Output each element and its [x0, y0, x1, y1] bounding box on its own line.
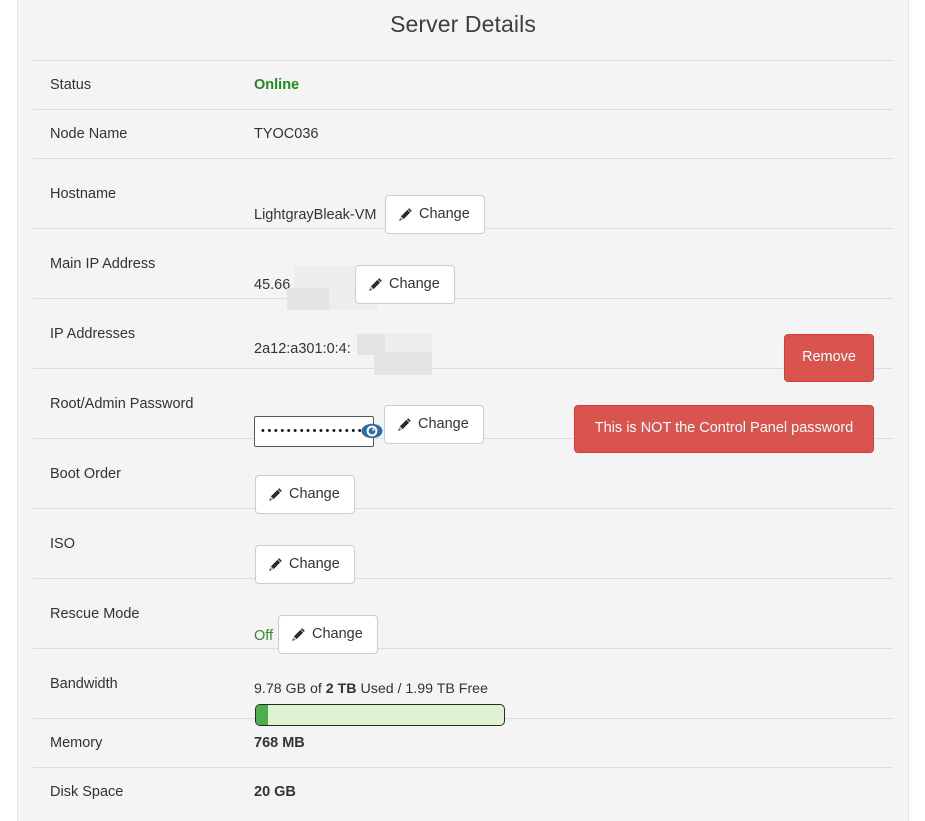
table-row-status: Status Online: [33, 60, 893, 110]
row-label-node-name: Node Name: [33, 109, 245, 159]
table-row-disk-space: Disk Space 20 GB: [33, 767, 893, 817]
table-row-rescue-mode: Rescue Mode Off Change: [33, 578, 893, 654]
row-value-boot-order: Change: [245, 438, 893, 514]
change-boot-order-label: Change: [289, 485, 340, 502]
remove-ip-label: Remove: [802, 349, 856, 366]
row-value-ip-addresses: 2a12:a301:0:4: Remove: [245, 298, 893, 382]
server-details-panel: Server Details Status Online Node Name T…: [17, 0, 909, 821]
change-password-label: Change: [418, 415, 469, 432]
page-title: Server Details: [390, 11, 536, 37]
server-details-table: Status Online Node Name TYOC036 Hostname…: [33, 60, 893, 817]
pencil-icon: [268, 557, 283, 572]
row-value-root-password: ••••••••••••••••••: [245, 368, 893, 453]
password-warning-label: This is NOT the Control Panel password: [594, 420, 854, 437]
row-label-iso: ISO: [33, 508, 245, 579]
row-label-root-password: Root/Admin Password: [33, 368, 245, 439]
pencil-icon: [368, 277, 383, 292]
eye-reveal-password-icon[interactable]: [361, 423, 383, 439]
memory-value: 768 MB: [254, 735, 305, 751]
row-value-rescue-mode: Off Change: [245, 578, 893, 654]
table-row-iso: ISO Change: [33, 508, 893, 584]
hostname-value: LightgrayBleak-VM: [254, 206, 377, 223]
rescue-mode-value: Off: [254, 627, 274, 644]
row-value-main-ip: 45.66 Change: [245, 228, 893, 310]
table-row-bandwidth: Bandwidth 9.78 GB of 2 TB Used / 1.99 TB…: [33, 648, 893, 726]
table-row-node-name: Node Name TYOC036: [33, 109, 893, 159]
pencil-icon: [291, 627, 306, 642]
bandwidth-used-prefix: 9.78 GB of: [254, 680, 326, 697]
change-hostname-label: Change: [419, 205, 470, 222]
status-badge: Online: [254, 77, 300, 93]
bandwidth-total: 2 TB: [325, 680, 357, 697]
server-details-page: Server Details Status Online Node Name T…: [0, 0, 925, 821]
row-label-disk-space: Disk Space: [33, 767, 245, 817]
node-name-value: TYOC036: [254, 126, 319, 142]
table-row-main-ip: Main IP Address 45.66 Change: [33, 228, 893, 310]
row-label-status: Status: [33, 60, 245, 110]
row-label-main-ip: Main IP Address: [33, 228, 245, 299]
change-iso-label: Change: [289, 555, 340, 572]
table-row-memory: Memory 768 MB: [33, 718, 893, 768]
bandwidth-free-suffix: Used / 1.99 TB Free: [356, 680, 488, 697]
pencil-icon: [397, 417, 412, 432]
change-main-ip-label: Change: [389, 275, 440, 292]
pencil-icon: [398, 207, 413, 222]
row-label-boot-order: Boot Order: [33, 438, 245, 509]
pencil-icon: [268, 487, 283, 502]
table-row-root-password: Root/Admin Password ••••••••••••••••••: [33, 368, 893, 453]
row-label-bandwidth: Bandwidth: [33, 648, 245, 719]
table-row-ip-addresses: IP Addresses 2a12:a301:0:4: Remove: [33, 298, 893, 382]
row-label-memory: Memory: [33, 718, 245, 768]
row-value-hostname: LightgrayBleak-VM Change: [245, 158, 893, 234]
row-value-disk-space: 20 GB: [245, 767, 893, 817]
row-value-iso: Change: [245, 508, 893, 584]
row-label-hostname: Hostname: [33, 158, 245, 229]
row-value-bandwidth: 9.78 GB of 2 TB Used / 1.99 TB Free: [245, 648, 893, 726]
row-label-rescue-mode: Rescue Mode: [33, 578, 245, 649]
ipv6-value: 2a12:a301:0:4:: [254, 340, 351, 357]
table-row-hostname: Hostname LightgrayBleak-VM Change: [33, 158, 893, 234]
disk-space-value: 20 GB: [254, 784, 296, 801]
row-value-memory: 768 MB: [245, 718, 893, 768]
bandwidth-usage-text: 9.78 GB of 2 TB Used / 1.99 TB Free: [254, 681, 488, 697]
change-rescue-mode-label: Change: [312, 625, 363, 642]
row-value-node-name: TYOC036: [245, 109, 893, 159]
row-value-status: Online: [245, 60, 893, 110]
table-row-boot-order: Boot Order Change: [33, 438, 893, 514]
main-ip-value: 45.66: [254, 276, 291, 293]
row-label-ip-addresses: IP Addresses: [33, 298, 245, 369]
